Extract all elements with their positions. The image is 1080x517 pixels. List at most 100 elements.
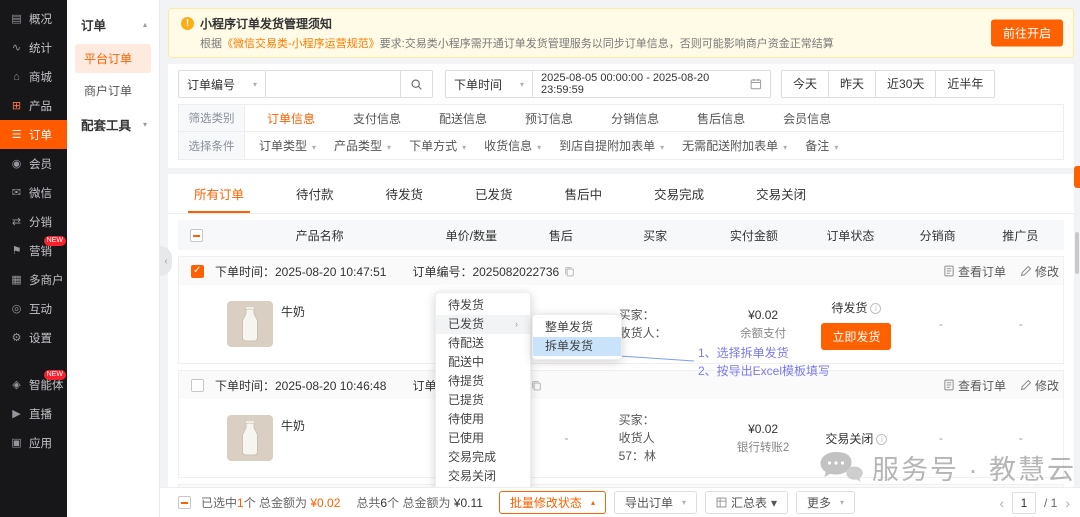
floating-tool-sliver[interactable] — [1074, 166, 1080, 188]
order-checkbox[interactable] — [191, 265, 204, 278]
sidebar-item-overview[interactable]: ▤概况 — [0, 4, 67, 33]
sidebar-item-agent[interactable]: ◈智能体NEW — [0, 370, 67, 399]
condition-dropdown[interactable]: 到店自提附加表单▾ — [559, 137, 664, 154]
sidebar-item-marketing[interactable]: ⚑营销NEW — [0, 236, 67, 265]
search-button[interactable] — [401, 70, 433, 98]
status-menu-item[interactable]: 待提货 — [436, 372, 530, 391]
status-menu-item[interactable]: 交易完成 — [436, 448, 530, 467]
order-checkbox[interactable] — [191, 379, 204, 392]
filter-category-item[interactable]: 售后信息 — [697, 110, 745, 127]
status-menu-item[interactable]: 配送中 — [436, 353, 530, 372]
sidebar-item-distribution[interactable]: ⇄分销 — [0, 207, 67, 236]
vertical-scrollbar[interactable] — [1075, 232, 1079, 274]
distributor-cell: - — [903, 317, 979, 331]
sidebar-item-settings[interactable]: ⚙设置 — [0, 323, 67, 352]
filter-category-label: 筛选类别 — [179, 105, 245, 131]
yesterday-button[interactable]: 昨天 — [828, 70, 876, 98]
tab-shipped[interactable]: 已发货 — [449, 174, 539, 213]
tab-pending-payment[interactable]: 待付款 — [270, 174, 360, 213]
stats-icon: ∿ — [9, 41, 24, 54]
condition-dropdown[interactable]: 无需配送附加表单▾ — [682, 137, 787, 154]
sidebar-item-live[interactable]: ▶直播 — [0, 399, 67, 428]
sidebar-item-multimerchant[interactable]: ▦多商户 — [0, 265, 67, 294]
filter-category-item[interactable]: 订单信息 — [267, 110, 315, 127]
sidebar-item-interaction[interactable]: ◎互动 — [0, 294, 67, 323]
filter-category-item[interactable]: 预订信息 — [525, 110, 573, 127]
sidebar-item-product[interactable]: ⊞产品 — [0, 91, 67, 120]
total-summary: 总共6个 总金额为 ¥0.11 — [356, 494, 483, 511]
prev-page-icon[interactable]: ‹ — [999, 496, 1004, 510]
condition-dropdown[interactable]: 下单方式▾ — [409, 137, 466, 154]
promoter-cell: - — [979, 317, 1063, 331]
status-menu-item[interactable]: 待使用 — [436, 410, 530, 429]
condition-dropdown[interactable]: 收货信息▾ — [484, 137, 541, 154]
tab-pending-shipment[interactable]: 待发货 — [360, 174, 450, 213]
marketing-icon: ⚑ — [9, 244, 24, 257]
condition-dropdown[interactable]: 产品类型▾ — [334, 137, 391, 154]
enable-shipping-button[interactable]: 前往开启 — [991, 20, 1063, 47]
summary-table-button[interactable]: 汇总表▾ — [705, 491, 788, 514]
filter-category-item[interactable]: 配送信息 — [439, 110, 487, 127]
buyer-cell: 买家： 收货人 57：林 — [609, 411, 717, 465]
date-range-picker[interactable]: 2025-08-05 00:00:00 - 2025-08-20 23:59:5… — [533, 70, 771, 98]
condition-dropdown[interactable]: 订单类型▾ — [259, 137, 316, 154]
time-field-select[interactable]: 下单时间▾ — [445, 70, 533, 98]
info-icon[interactable]: i — [870, 303, 881, 314]
ship-now-button[interactable]: 立即发货 — [821, 323, 891, 350]
filter-category-item[interactable]: 支付信息 — [353, 110, 401, 127]
sidebar-item-apps[interactable]: ▣应用 — [0, 428, 67, 457]
status-menu-item[interactable]: 已提货 — [436, 391, 530, 410]
chevron-down-icon: ▾ — [143, 120, 147, 129]
search-icon — [410, 78, 423, 91]
sidebar-item-mall[interactable]: ⌂商城 — [0, 62, 67, 91]
tab-all-orders[interactable]: 所有订单 — [168, 174, 270, 213]
submenu-group-orders[interactable]: 订单▴ — [67, 8, 159, 41]
edit-order-link[interactable]: 修改 — [1020, 263, 1059, 280]
spec-link[interactable]: 《微信交易类-小程序运营规范》 — [222, 38, 380, 50]
last-half-year-button[interactable]: 近半年 — [935, 70, 995, 98]
sidebar-item-label: 微信 — [29, 185, 52, 201]
view-order-link[interactable]: 查看订单 — [943, 263, 1006, 280]
view-order-link[interactable]: 查看订单 — [943, 377, 1006, 394]
current-page[interactable]: 1 — [1012, 492, 1036, 514]
submenu-item-platform-orders[interactable]: 平台订单 — [75, 44, 151, 73]
chevron-down-icon: ▾ — [783, 143, 787, 152]
status-menu-item[interactable]: 待发货 — [436, 296, 530, 315]
search-field-select[interactable]: 订单编号▾ — [178, 70, 266, 98]
condition-dropdown[interactable]: 备注▾ — [805, 137, 838, 154]
copy-icon[interactable] — [564, 266, 575, 277]
status-menu-item[interactable]: 已发货› — [436, 315, 530, 334]
submenu-group-tools[interactable]: 配套工具▾ — [67, 108, 159, 141]
submenu-item-merchant-orders[interactable]: 商户订单 — [75, 76, 151, 105]
copy-icon[interactable] — [531, 380, 542, 391]
filter-category-item[interactable]: 会员信息 — [783, 110, 831, 127]
next-page-icon[interactable]: › — [1065, 496, 1070, 510]
status-menu-item[interactable]: 待配送 — [436, 334, 530, 353]
select-all-checkbox[interactable] — [190, 229, 203, 242]
primary-sidebar: ▤概况 ∿统计 ⌂商城 ⊞产品 ☰订单 ◉会员 ✉微信 ⇄分销 ⚑营销NEW ▦… — [0, 0, 67, 517]
whole-order-ship-item[interactable]: 整单发货 — [533, 318, 621, 337]
split-order-ship-item[interactable]: 拆单发货 — [533, 337, 621, 356]
info-icon[interactable]: i — [876, 434, 887, 445]
order-icon: ☰ — [9, 128, 24, 141]
tab-closed[interactable]: 交易关闭 — [730, 174, 832, 213]
batch-change-status-button[interactable]: 批量修改状态▴ — [499, 491, 606, 514]
tab-completed[interactable]: 交易完成 — [628, 174, 730, 213]
today-button[interactable]: 今天 — [781, 70, 829, 98]
sidebar-item-stats[interactable]: ∿统计 — [0, 33, 67, 62]
sidebar-item-wechat[interactable]: ✉微信 — [0, 178, 67, 207]
status-menu-item[interactable]: 交易关闭 — [436, 467, 530, 486]
warning-icon: ! — [181, 17, 194, 30]
status-menu-item[interactable]: 已使用 — [436, 429, 530, 448]
tab-aftersale[interactable]: 售后中 — [539, 174, 629, 213]
new-badge: NEW — [44, 236, 66, 246]
sidebar-item-members[interactable]: ◉会员 — [0, 149, 67, 178]
sidebar-item-orders[interactable]: ☰订单 — [0, 120, 67, 149]
last-30-days-button[interactable]: 近30天 — [875, 70, 936, 98]
search-input[interactable] — [266, 70, 401, 98]
filter-category-item[interactable]: 分销信息 — [611, 110, 659, 127]
edit-order-link[interactable]: 修改 — [1020, 377, 1059, 394]
more-button[interactable]: 更多▾ — [796, 491, 855, 514]
footer-select-all-checkbox[interactable] — [178, 496, 191, 509]
export-orders-button[interactable]: 导出订单▾ — [614, 491, 697, 514]
